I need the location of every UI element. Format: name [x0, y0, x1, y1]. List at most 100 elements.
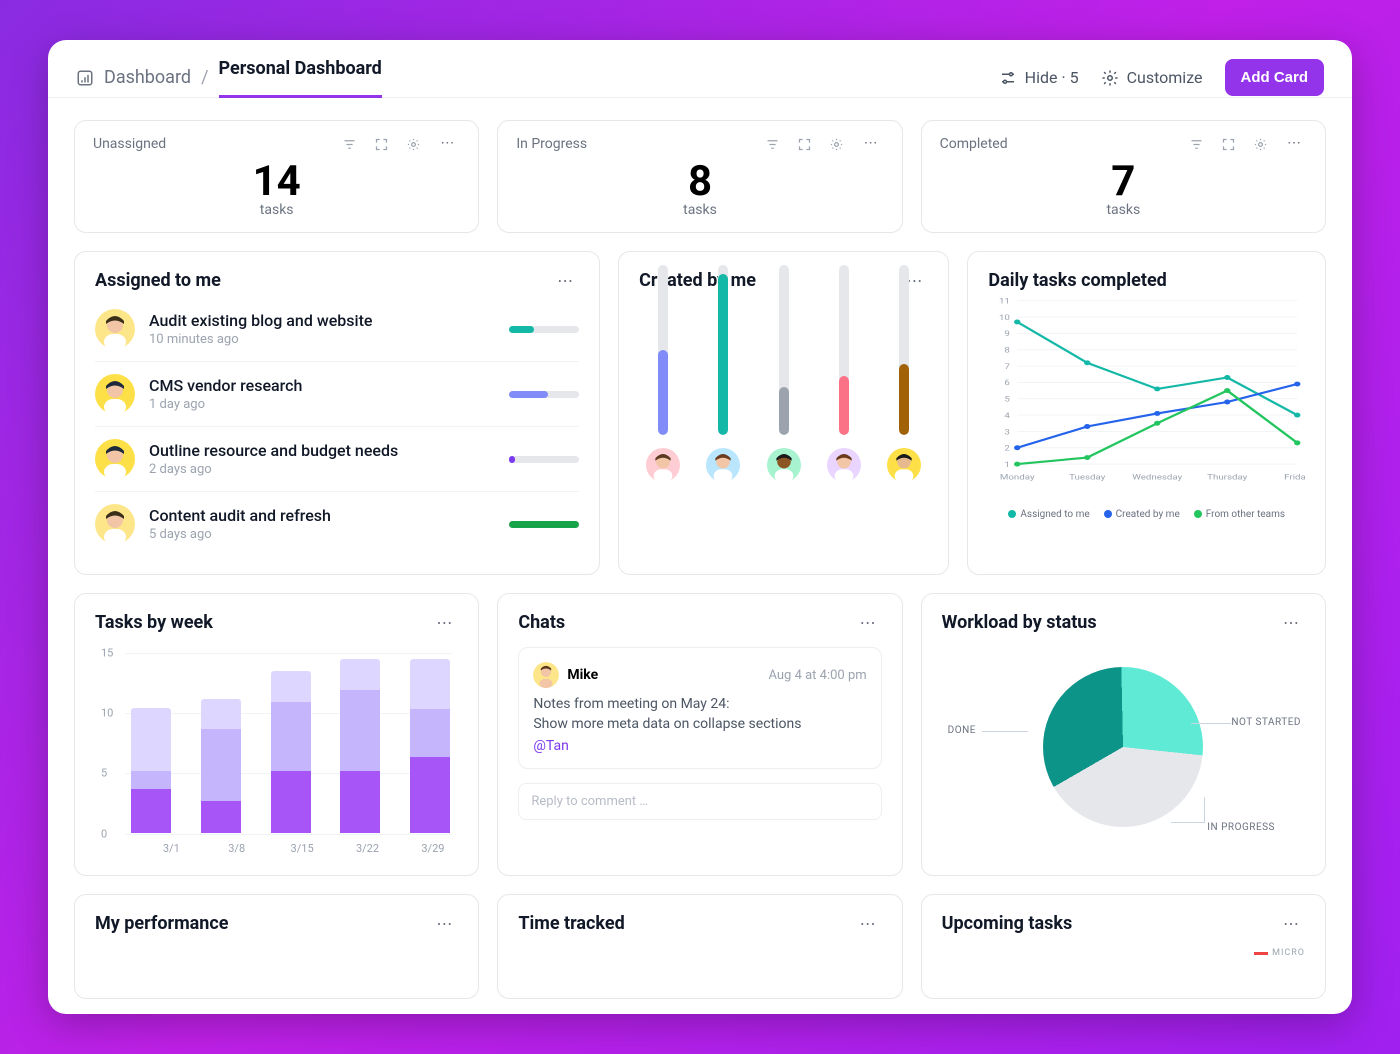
- breadcrumb-root[interactable]: Dashboard: [104, 67, 191, 88]
- stat-unit: tasks: [516, 202, 883, 218]
- stats-row: Unassigned ⋯ 14 tasks In Progress: [74, 120, 1326, 233]
- svg-text:10: 10: [999, 314, 1010, 323]
- svg-text:5: 5: [1005, 396, 1011, 405]
- more-icon[interactable]: ⋯: [860, 135, 884, 153]
- chat-line: Notes from meeting on May 24:: [533, 696, 866, 712]
- pie-label-in-progress: IN PROGRESS: [1207, 822, 1275, 833]
- svg-text:Thursday: Thursday: [1208, 473, 1249, 482]
- gear-icon[interactable]: [828, 135, 846, 153]
- assigned-list: Audit existing blog and website 10 minut…: [95, 305, 579, 556]
- task-row[interactable]: Content audit and refresh 5 days ago: [95, 491, 579, 556]
- hide-toggle[interactable]: Hide · 5: [999, 68, 1079, 87]
- tasks-by-week-chart: 0510153/13/83/153/223/29: [95, 647, 458, 857]
- avatar: [95, 374, 135, 414]
- legend-item: Created by me: [1116, 509, 1180, 520]
- filter-icon[interactable]: [764, 135, 782, 153]
- topbar-actions: Hide · 5 Customize Add Card: [999, 59, 1324, 96]
- stat-unit: tasks: [940, 202, 1307, 218]
- daily-legend: Assigned to me Created by me From other …: [988, 509, 1305, 520]
- task-row[interactable]: Outline resource and budget needs 2 days…: [95, 426, 579, 491]
- task-row[interactable]: Audit existing blog and website 10 minut…: [95, 305, 579, 361]
- x-label: 3/29: [421, 842, 444, 855]
- add-card-button[interactable]: Add Card: [1225, 59, 1325, 96]
- upcoming-tasks-card: Upcoming tasks ⋯ MICRO: [921, 894, 1326, 999]
- row-middle: Assigned to me ⋯ Audit existing blog and…: [74, 251, 1326, 575]
- workload-title: Workload by status: [942, 612, 1097, 633]
- dashboard-scroll[interactable]: Unassigned ⋯ 14 tasks In Progress: [48, 98, 1352, 1014]
- upcoming-title: Upcoming tasks: [942, 913, 1073, 934]
- x-label: 3/15: [291, 842, 314, 855]
- stat-card-in-progress[interactable]: In Progress ⋯ 8 tasks: [497, 120, 902, 233]
- filter-icon[interactable]: [1187, 135, 1205, 153]
- task-row[interactable]: CMS vendor research 1 day ago: [95, 361, 579, 426]
- created-bar: [884, 265, 924, 485]
- chat-author: Mike: [567, 667, 598, 683]
- chat-message[interactable]: Mike Aug 4 at 4:00 pm Notes from meeting…: [518, 647, 881, 769]
- task-meta: 1 day ago: [149, 397, 495, 412]
- more-icon[interactable]: ⋯: [432, 613, 458, 632]
- avatar: [533, 662, 559, 688]
- expand-icon[interactable]: [1219, 135, 1237, 153]
- legend-item: From other teams: [1206, 509, 1285, 520]
- created-bar: [764, 265, 804, 485]
- more-icon[interactable]: ⋯: [553, 271, 579, 290]
- breadcrumb-current[interactable]: Personal Dashboard: [219, 58, 382, 97]
- more-icon[interactable]: ⋯: [856, 613, 882, 632]
- filter-icon[interactable]: [340, 135, 358, 153]
- my-performance-card: My performance ⋯: [74, 894, 479, 999]
- week-bar: [340, 659, 380, 833]
- app-window: Dashboard / Personal Dashboard Hide · 5 …: [48, 40, 1352, 1014]
- row-lower: Tasks by week ⋯ 0510153/13/83/153/223/29…: [74, 593, 1326, 876]
- more-icon[interactable]: ⋯: [432, 914, 458, 933]
- week-bar: [271, 671, 311, 833]
- hide-label: Hide · 5: [1025, 68, 1079, 87]
- breadcrumb-sep: /: [201, 67, 208, 88]
- tasks-by-week-card: Tasks by week ⋯ 0510153/13/83/153/223/29: [74, 593, 479, 876]
- gear-icon[interactable]: [1251, 135, 1269, 153]
- stat-label: In Progress: [516, 136, 587, 152]
- workload-card: Workload by status ⋯ DONE NOT STARTED IN…: [921, 593, 1326, 876]
- avatar: [95, 439, 135, 479]
- svg-text:8: 8: [1005, 346, 1011, 355]
- daily-chart: 1234567891011MondayTuesdayWednesdayThurs…: [988, 295, 1305, 505]
- task-title: Content audit and refresh: [149, 506, 495, 525]
- assigned-card: Assigned to me ⋯ Audit existing blog and…: [74, 251, 600, 575]
- expand-icon[interactable]: [372, 135, 390, 153]
- more-icon[interactable]: ⋯: [1283, 135, 1307, 153]
- task-progress: [509, 521, 579, 528]
- reply-input[interactable]: Reply to comment …: [518, 783, 881, 820]
- sliders-icon: [999, 69, 1017, 87]
- more-icon[interactable]: ⋯: [436, 135, 460, 153]
- gear-icon: [1101, 69, 1119, 87]
- svg-text:Friday: Friday: [1285, 473, 1305, 482]
- svg-text:Monday: Monday: [1000, 473, 1036, 482]
- chat-mention[interactable]: @Tan: [533, 738, 866, 754]
- task-meta: 5 days ago: [149, 527, 495, 542]
- avatar: [706, 445, 740, 485]
- task-progress: [509, 326, 579, 333]
- more-icon[interactable]: ⋯: [1279, 613, 1305, 632]
- task-title: Audit existing blog and website: [149, 311, 495, 330]
- chat-line: Show more meta data on collapse sections: [533, 716, 866, 732]
- dashboard-icon: [76, 69, 94, 87]
- stat-count: 7: [940, 157, 1307, 206]
- daily-card: Daily tasks completed 1234567891011Monda…: [967, 251, 1326, 575]
- x-label: 3/8: [228, 842, 245, 855]
- created-bar: [824, 265, 864, 485]
- created-bars: [639, 305, 928, 485]
- more-icon[interactable]: ⋯: [856, 914, 882, 933]
- gear-icon[interactable]: [404, 135, 422, 153]
- breadcrumb-current-label: Personal Dashboard: [219, 58, 382, 79]
- more-icon[interactable]: ⋯: [1279, 914, 1305, 933]
- avatar: [767, 445, 801, 485]
- customize-button[interactable]: Customize: [1101, 68, 1203, 87]
- svg-text:3: 3: [1005, 428, 1011, 437]
- stat-card-completed[interactable]: Completed ⋯ 7 tasks: [921, 120, 1326, 233]
- task-title: CMS vendor research: [149, 376, 495, 395]
- avatar: [646, 445, 680, 485]
- stat-card-unassigned[interactable]: Unassigned ⋯ 14 tasks: [74, 120, 479, 233]
- row-bottom: My performance ⋯ Time tracked ⋯ Upcoming…: [74, 894, 1326, 999]
- created-bar: [643, 265, 683, 485]
- legend-item: Assigned to me: [1020, 509, 1089, 520]
- expand-icon[interactable]: [796, 135, 814, 153]
